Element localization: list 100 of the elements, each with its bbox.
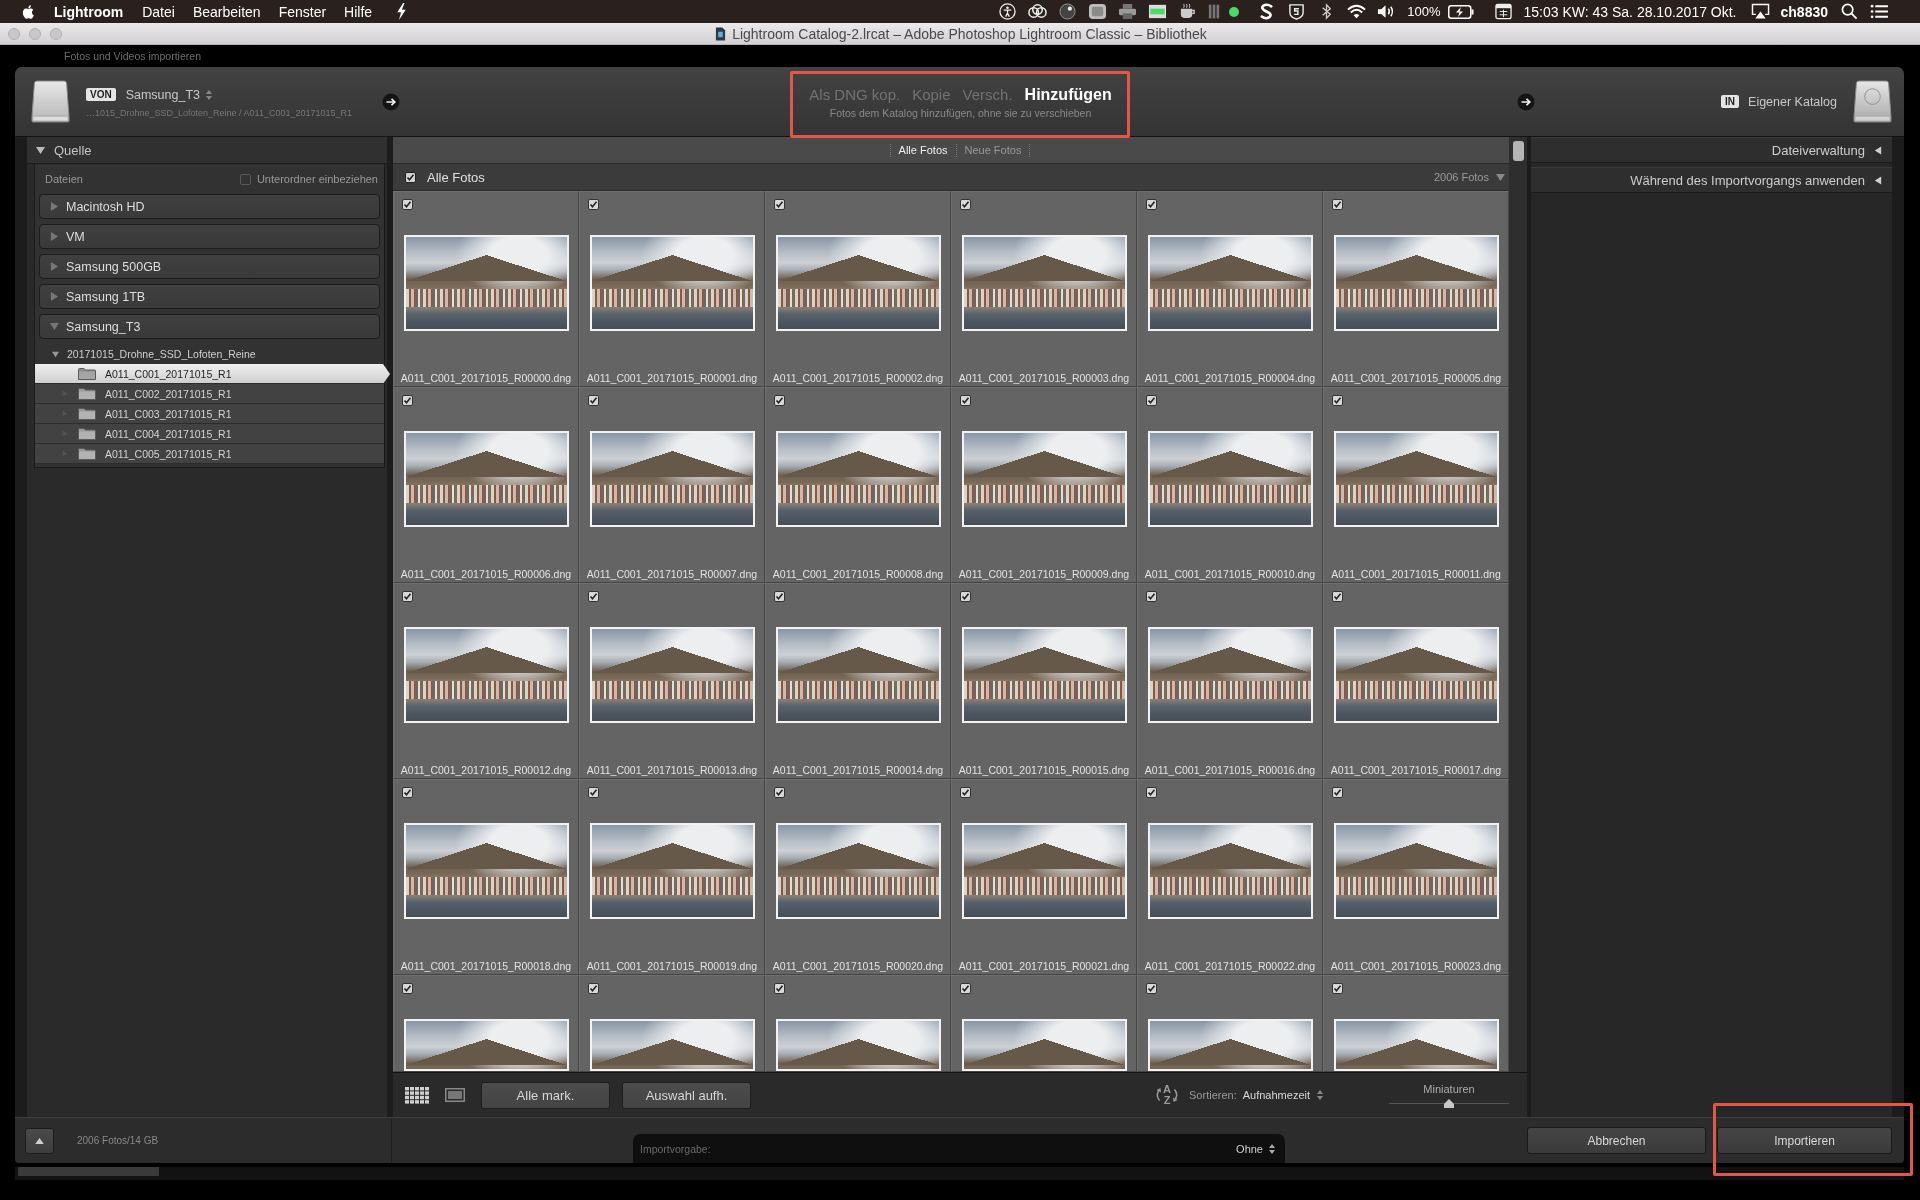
- photo-cell[interactable]: A011_C001_20171015_R00005.dng: [1323, 191, 1509, 387]
- photo-cell[interactable]: A011_C001_20171015_R00007.dng: [579, 387, 765, 583]
- triangle-left-icon[interactable]: [1874, 175, 1882, 185]
- dot-icon[interactable]: [1229, 6, 1240, 17]
- checkbox[interactable]: [1146, 983, 1157, 994]
- slider-thumb[interactable]: [1444, 1098, 1454, 1108]
- folder-row[interactable]: A011_C001_20171015_R1: [35, 364, 390, 384]
- checkbox[interactable]: [402, 983, 413, 994]
- photo-cell[interactable]: A011_C001_20171015_R00022.dng: [1137, 779, 1323, 975]
- checkbox[interactable]: [960, 395, 971, 406]
- triangle-left-icon[interactable]: [1874, 145, 1882, 155]
- panel-toggle-button[interactable]: [25, 1127, 54, 1154]
- photo-cell[interactable]: A011_C001_20171015_R00003.dng: [951, 191, 1137, 387]
- triangle-down-icon[interactable]: [1496, 172, 1505, 182]
- ball-icon[interactable]: [1058, 3, 1078, 20]
- display-triangle-icon[interactable]: [1750, 3, 1770, 20]
- sort-direction-button[interactable]: A Z: [1154, 1082, 1181, 1108]
- menu-item[interactable]: Datei: [142, 3, 175, 20]
- checkbox[interactable]: [588, 983, 599, 994]
- shield-icon[interactable]: [1287, 3, 1307, 20]
- view-tab[interactable]: Alle Fotos: [890, 144, 956, 156]
- triangle-right-icon[interactable]: [50, 262, 59, 271]
- list-icon[interactable]: [1870, 3, 1889, 20]
- checkbox[interactable]: [405, 171, 416, 183]
- photo-cell[interactable]: A011_C001_20171015_R00008.dng: [765, 387, 951, 583]
- photo-cell[interactable]: [951, 975, 1137, 1072]
- wifi-icon[interactable]: [1347, 3, 1367, 20]
- photo-cell[interactable]: A011_C001_20171015_R00017.dng: [1323, 583, 1509, 779]
- volume-row[interactable]: Macintosh HD: [39, 194, 380, 219]
- photo-cell[interactable]: [765, 975, 951, 1072]
- photo-cell[interactable]: A011_C001_20171015_R00020.dng: [765, 779, 951, 975]
- user-name[interactable]: ch8830: [1780, 3, 1828, 20]
- checkbox[interactable]: [774, 395, 785, 406]
- photo-cell[interactable]: A011_C001_20171015_R00012.dng: [393, 583, 579, 779]
- checkbox[interactable]: [960, 199, 971, 210]
- panel-header[interactable]: Dateiverwaltung: [1531, 137, 1892, 163]
- checkbox[interactable]: [402, 199, 413, 210]
- updown-arrows-icon[interactable]: [206, 89, 213, 100]
- folder-row[interactable]: A011_C004_20171015_R1: [35, 424, 384, 444]
- checkbox[interactable]: [588, 591, 599, 602]
- toolbar-button[interactable]: Auswahl aufh.: [622, 1081, 751, 1109]
- checkbox[interactable]: [774, 591, 785, 602]
- checkbox[interactable]: [402, 395, 413, 406]
- photo-cell[interactable]: A011_C001_20171015_R00006.dng: [393, 387, 579, 583]
- rounded-square-icon[interactable]: [1088, 3, 1108, 20]
- checkbox[interactable]: [402, 591, 413, 602]
- sort-dropdown[interactable]: Aufnahmezeit: [1242, 1089, 1310, 1101]
- photo-cell[interactable]: A011_C001_20171015_R00019.dng: [579, 779, 765, 975]
- battery-icon[interactable]: [1447, 4, 1474, 19]
- updown-arrows-icon[interactable]: [1317, 1090, 1323, 1100]
- checkbox[interactable]: [774, 199, 785, 210]
- search-icon[interactable]: [1840, 3, 1859, 20]
- checkbox[interactable]: [960, 591, 971, 602]
- volume-row[interactable]: Samsung 1TB: [39, 284, 380, 309]
- photo-cell[interactable]: A011_C001_20171015_R00004.dng: [1137, 191, 1323, 387]
- checkbox[interactable]: [1332, 199, 1343, 210]
- volume-row[interactable]: VM: [39, 224, 380, 249]
- checkbox[interactable]: [588, 787, 599, 798]
- panel-header[interactable]: Quelle: [27, 137, 387, 164]
- overlapping-rings-icon[interactable]: [1028, 3, 1048, 20]
- checkbox[interactable]: [960, 787, 971, 798]
- photo-cell[interactable]: [579, 975, 765, 1072]
- menu-item[interactable]: Hilfe: [344, 3, 373, 20]
- photo-cell[interactable]: A011_C001_20171015_R00009.dng: [951, 387, 1137, 583]
- checkbox[interactable]: [774, 983, 785, 994]
- photo-cell[interactable]: A011_C001_20171015_R00014.dng: [765, 583, 951, 779]
- single-view-icon[interactable]: [445, 1088, 465, 1102]
- folder-row[interactable]: A011_C005_20171015_R1: [35, 444, 384, 464]
- menu-item[interactable]: Bearbeiten: [192, 3, 261, 20]
- scrollbar-thumb[interactable]: [18, 1167, 159, 1176]
- apple-icon[interactable]: [21, 2, 37, 21]
- checkbox[interactable]: [774, 787, 785, 798]
- triangle-right-icon[interactable]: [50, 202, 59, 211]
- volume-row[interactable]: Samsung 500GB: [39, 254, 380, 279]
- checkbox[interactable]: [1146, 591, 1157, 602]
- checkbox[interactable]: [1332, 787, 1343, 798]
- folder-row[interactable]: A011_C002_20171015_R1: [35, 384, 384, 404]
- triangle-right-icon[interactable]: [50, 292, 59, 301]
- photo-cell[interactable]: [393, 975, 579, 1072]
- photo-cell[interactable]: A011_C001_20171015_R00000.dng: [393, 191, 579, 387]
- checkbox[interactable]: [1332, 983, 1343, 994]
- photo-cell[interactable]: A011_C001_20171015_R00023.dng: [1323, 779, 1509, 975]
- photo-cell[interactable]: A011_C001_20171015_R00010.dng: [1137, 387, 1323, 583]
- volume-row[interactable]: Samsung_T3: [39, 314, 380, 339]
- photo-cell[interactable]: A011_C001_20171015_R00016.dng: [1137, 583, 1323, 779]
- checkbox[interactable]: [588, 395, 599, 406]
- grid-view-icon[interactable]: [405, 1086, 429, 1104]
- photo-cell[interactable]: A011_C001_20171015_R00013.dng: [579, 583, 765, 779]
- checkbox[interactable]: [960, 983, 971, 994]
- checkbox[interactable]: [1146, 395, 1157, 406]
- accessibility-icon[interactable]: [998, 3, 1018, 20]
- checkbox[interactable]: [1146, 787, 1157, 798]
- bolt-icon[interactable]: [396, 3, 408, 20]
- folder-row[interactable]: A011_C003_20171015_R1: [35, 404, 384, 424]
- photo-cell[interactable]: A011_C001_20171015_R00015.dng: [951, 583, 1137, 779]
- meter-icon[interactable]: [1208, 3, 1221, 20]
- triangle-down-icon[interactable]: [52, 350, 59, 358]
- photo-cell[interactable]: A011_C001_20171015_R00011.dng: [1323, 387, 1509, 583]
- source-name[interactable]: Samsung_T3: [125, 87, 201, 102]
- photo-cell[interactable]: [1323, 975, 1509, 1072]
